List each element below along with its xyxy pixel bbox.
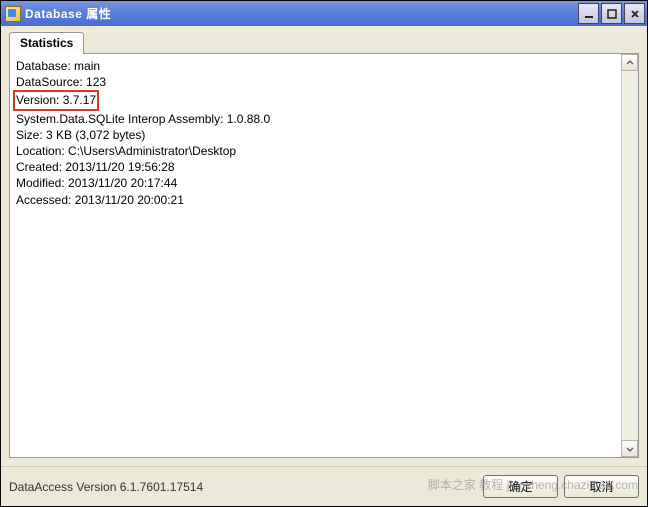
close-icon: [630, 9, 640, 19]
info-modified: Modified: 2013/11/20 20:17:44: [16, 175, 632, 191]
tab-panel: Database: main DataSource: 123 Version: …: [9, 53, 639, 458]
minimize-button[interactable]: [578, 3, 599, 24]
highlight-version: Version: 3.7.17: [13, 90, 99, 110]
chevron-down-icon: [626, 445, 634, 453]
info-version: Version: 3.7.17: [16, 93, 96, 107]
dialog-window: Database 属性 Statistics Database: main Da…: [0, 0, 648, 507]
close-button[interactable]: [624, 3, 645, 24]
minimize-icon: [584, 9, 594, 19]
window-title: Database 属性: [25, 5, 578, 22]
maximize-button[interactable]: [601, 3, 622, 24]
info-accessed: Accessed: 2013/11/20 20:00:21: [16, 192, 632, 208]
info-database: Database: main: [16, 58, 632, 74]
info-created: Created: 2013/11/20 19:56:28: [16, 159, 632, 175]
window-controls: [578, 3, 645, 24]
vertical-scrollbar[interactable]: [621, 54, 638, 457]
tab-statistics[interactable]: Statistics: [9, 32, 84, 54]
info-location: Location: C:\Users\Administrator\Desktop: [16, 143, 632, 159]
info-datasource: DataSource: 123: [16, 74, 632, 90]
scroll-down-button[interactable]: [621, 440, 638, 457]
tabs-row: Statistics: [9, 32, 639, 53]
client-area: Statistics Database: main DataSource: 12…: [1, 26, 647, 466]
info-assembly: System.Data.SQLite Interop Assembly: 1.0…: [16, 111, 632, 127]
footer-version-text: DataAccess Version 6.1.7601.17514: [9, 480, 483, 494]
info-size: Size: 3 KB (3,072 bytes): [16, 127, 632, 143]
cancel-button[interactable]: 取消: [564, 475, 639, 498]
titlebar[interactable]: Database 属性: [1, 1, 647, 26]
ok-button[interactable]: 确定: [483, 475, 558, 498]
database-icon: [5, 6, 21, 22]
maximize-icon: [607, 9, 617, 19]
dialog-footer: DataAccess Version 6.1.7601.17514 确定 取消: [1, 466, 647, 506]
chevron-up-icon: [626, 59, 634, 67]
scroll-up-button[interactable]: [621, 54, 638, 71]
footer-buttons: 确定 取消: [483, 475, 639, 498]
statistics-content: Database: main DataSource: 123 Version: …: [10, 54, 638, 212]
